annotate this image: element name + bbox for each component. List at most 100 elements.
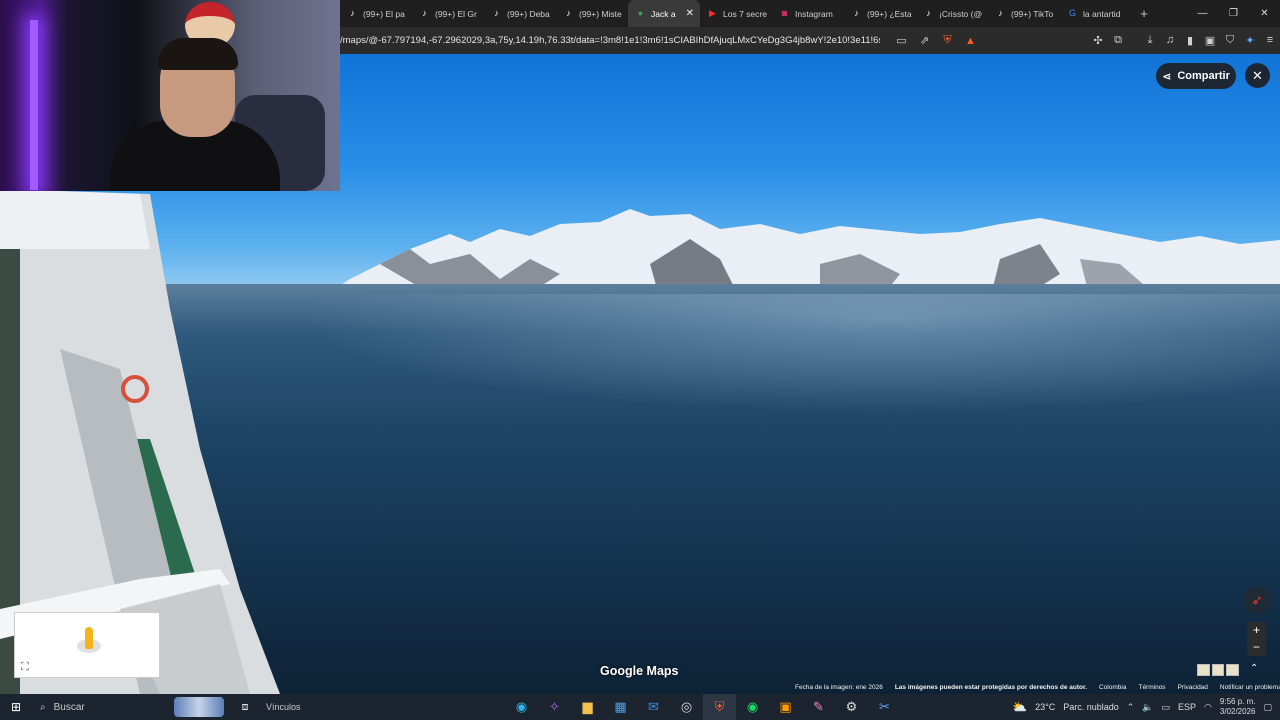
weather-text[interactable]: Parc. nublado xyxy=(1063,702,1119,712)
brave-browser-icon[interactable]: ⛨ xyxy=(703,694,736,720)
tab-8[interactable]: ♪ (99+) ¿Esta xyxy=(844,0,916,27)
restore-icon[interactable]: ❐ xyxy=(1218,8,1249,19)
paint-icon[interactable]: ✎ xyxy=(802,694,835,720)
brave-shield-icon[interactable]: ⛨ xyxy=(936,34,959,47)
search-highlight-image[interactable] xyxy=(174,697,224,717)
close-tab-icon[interactable]: ✕ xyxy=(686,9,694,19)
minimap[interactable]: ⛶ xyxy=(14,612,160,678)
tab-1[interactable]: ♪ (99+) El pa xyxy=(340,0,412,27)
edge-icon[interactable]: ◉ xyxy=(505,694,538,720)
privacy-link[interactable]: Privacidad xyxy=(1178,684,1208,694)
new-tab-button[interactable]: + xyxy=(1134,6,1154,21)
cast-icon[interactable]: ▭ xyxy=(890,34,913,47)
spotify-icon[interactable]: ◉ xyxy=(736,694,769,720)
url-field[interactable]: /maps/@-67.797194,-67.2962029,3a,75y,14.… xyxy=(340,35,880,46)
sidebar-icon[interactable]: ▮ xyxy=(1180,34,1200,47)
zoom-out-button[interactable]: − xyxy=(1247,639,1266,656)
zoom-in-button[interactable]: + xyxy=(1247,622,1266,639)
tab-label: ¡Crissto (@ xyxy=(939,8,983,19)
snipping-tool-icon[interactable]: ✂ xyxy=(868,694,901,720)
screenshot-icon[interactable]: ⧉ xyxy=(1108,34,1128,47)
close-window-icon[interactable]: ✕ xyxy=(1249,8,1280,19)
tab-7[interactable]: ◙ Instagram xyxy=(772,0,844,27)
google-icon: G xyxy=(1068,8,1076,18)
tray-overflow-icon[interactable]: ⌃ xyxy=(1127,702,1135,713)
streamer-hair xyxy=(158,38,238,70)
share-label: Compartir xyxy=(1177,70,1230,82)
search-placeholder: Buscar xyxy=(53,701,85,713)
leo-ai-icon[interactable]: ✦ xyxy=(1240,34,1260,47)
taskbar-search[interactable]: ⌕ Buscar xyxy=(32,694,162,720)
youtube-icon: ▶ xyxy=(709,8,716,18)
obs-icon[interactable]: ◎ xyxy=(670,694,703,720)
tiktok-icon: ♪ xyxy=(494,8,499,18)
links-toolbar[interactable]: Vínculos xyxy=(266,702,301,712)
share-button[interactable]: ⋖ Compartir xyxy=(1156,63,1236,89)
tab-label: Jack a xyxy=(651,8,676,19)
mail-icon[interactable]: ✉ xyxy=(637,694,670,720)
share-page-icon[interactable]: ⇗ xyxy=(913,34,936,47)
tiktok-icon: ♪ xyxy=(926,8,931,18)
instagram-icon: ◙ xyxy=(781,8,788,18)
maps-footer: Fecha de la imagen: ene 2026 Las imágene… xyxy=(795,684,1280,694)
country-link[interactable]: Colombia xyxy=(1099,684,1126,694)
tiktok-icon: ♪ xyxy=(350,8,355,18)
menu-icon[interactable]: ≡ xyxy=(1260,34,1280,47)
wallet-icon[interactable]: ▣ xyxy=(1200,34,1220,47)
windows-taskbar: ⊞ ⌕ Buscar ⧈ Vínculos ◉ ✧ ▆ ▦ ✉ ◎ ⛨ ◉ ▣ … xyxy=(0,694,1280,720)
zoom-control: + − xyxy=(1247,622,1266,656)
file-explorer-icon[interactable]: ▆ xyxy=(571,694,604,720)
tab-4[interactable]: ♪ (99+) Miste xyxy=(556,0,628,27)
tab-label: (99+) Miste xyxy=(579,8,622,19)
tab-label: (99+) TikTo xyxy=(1011,8,1054,19)
tab-10[interactable]: ♪ (99+) TikTo xyxy=(988,0,1060,27)
settings-icon[interactable]: ⚙ xyxy=(835,694,868,720)
report-link[interactable]: Notificar un problema xyxy=(1220,684,1280,694)
store-icon[interactable]: ▦ xyxy=(604,694,637,720)
tab-9[interactable]: ♪ ¡Crissto (@ xyxy=(916,0,988,27)
toolbar-right: ✣ ⧉ ⤓ ♫ ▮ ▣ ⛉ ✦ ≡ xyxy=(1088,34,1280,47)
photo-strip-thumbnails[interactable] xyxy=(1197,664,1240,676)
tab-3[interactable]: ♪ (99+) Deba xyxy=(484,0,556,27)
volume-icon[interactable]: 🔈 xyxy=(1142,702,1153,713)
wifi-icon[interactable]: ◠ xyxy=(1204,702,1212,713)
search-icon: ⌕ xyxy=(40,701,46,713)
tab-label: (99+) El pa xyxy=(363,8,405,19)
address-actions: ▭ ⇗ ⛨ ▲ xyxy=(890,34,982,47)
vpn-icon[interactable]: ⛉ xyxy=(1220,34,1240,47)
image-date: Fecha de la imagen: ene 2026 xyxy=(795,684,883,691)
copyright-note: Las imágenes pueden estar protegidas por… xyxy=(894,684,1087,691)
clock[interactable]: 9:56 p. m. 3/02/2026 xyxy=(1220,697,1256,717)
media-icon[interactable]: ♫ xyxy=(1160,34,1180,47)
network-icon[interactable]: ▭ xyxy=(1162,702,1171,713)
compass-icon[interactable]: ➶ xyxy=(1243,586,1271,614)
screen: ♪ (99+) El pa ♪ (99+) El Gr ♪ (99+) Deba ♪ (… xyxy=(0,0,1280,720)
pinned-apps: ◉ ✧ ▆ ▦ ✉ ◎ ⛨ ◉ ▣ ✎ ⚙ ✂ xyxy=(505,694,901,720)
tiktok-icon: ♪ xyxy=(998,8,1003,18)
task-view-icon[interactable]: ⧈ xyxy=(230,701,260,714)
google-maps-logo: Google Maps xyxy=(600,664,679,678)
windows-start-icon[interactable]: ⊞ xyxy=(0,700,32,714)
extensions-icon[interactable]: ✣ xyxy=(1088,34,1108,47)
terms-link[interactable]: Términos xyxy=(1138,684,1165,694)
tab-label: (99+) El Gr xyxy=(435,8,477,19)
notifications-icon[interactable]: ▢ xyxy=(1263,702,1272,713)
system-tray: ⛅ 23°C Parc. nublado ⌃ 🔈 ▭ ESP ◠ 9:56 p.… xyxy=(1012,697,1280,717)
tiktok-icon: ♪ xyxy=(566,8,571,18)
tab-label: (99+) ¿Esta xyxy=(867,8,912,19)
tab-active-maps[interactable]: ● Jack a ✕ xyxy=(628,0,700,27)
tab-6[interactable]: ▶ Los 7 secre xyxy=(700,0,772,27)
copilot-icon[interactable]: ✧ xyxy=(538,694,571,720)
brave-rewards-icon[interactable]: ▲ xyxy=(959,35,982,47)
illustrator-icon[interactable]: ▣ xyxy=(769,694,802,720)
share-icon: ⋖ xyxy=(1162,70,1172,83)
close-street-view-button[interactable]: ✕ xyxy=(1245,63,1270,88)
tab-2[interactable]: ♪ (99+) El Gr xyxy=(412,0,484,27)
language-indicator[interactable]: ESP xyxy=(1178,702,1196,712)
chevron-up-icon[interactable]: ⌃ xyxy=(1250,663,1258,674)
tab-11[interactable]: Gla antartid xyxy=(1060,0,1130,27)
download-icon[interactable]: ⤓ xyxy=(1140,34,1160,47)
minimize-icon[interactable]: — xyxy=(1187,8,1218,19)
expand-map-icon[interactable]: ⛶ xyxy=(21,661,29,674)
temperature[interactable]: 23°C xyxy=(1035,702,1055,712)
